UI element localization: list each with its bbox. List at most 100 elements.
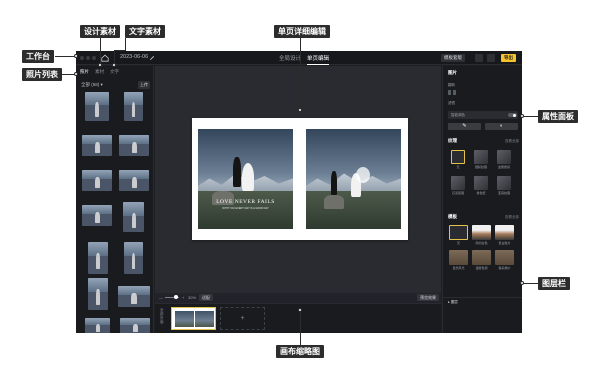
leader-dot xyxy=(112,63,116,67)
template-option[interactable]: 温暖色调 xyxy=(471,249,492,271)
user-icon[interactable] xyxy=(475,54,483,62)
layers-bar[interactable]: ▸ 图层 xyxy=(443,297,522,307)
callout-page-editor: 单页详细编辑 xyxy=(274,25,330,38)
fit-button[interactable]: 适配 xyxy=(199,294,213,301)
texture-option[interactable]: 素色纸 xyxy=(471,174,491,196)
leader-line xyxy=(522,116,538,117)
leader-line xyxy=(114,50,126,51)
callout-text-assets: 文字素材 xyxy=(125,25,165,38)
smart-color-toggle[interactable] xyxy=(508,113,517,117)
leader-dot xyxy=(298,308,302,312)
texture-view-all[interactable]: 查看全部 xyxy=(505,139,519,144)
export-button[interactable]: 导出 xyxy=(501,54,516,62)
app-window: 2023-06-06 全局设计 单页编辑 模板套版 导出 照片 素材 文字 全部… xyxy=(76,51,522,333)
photo-thumbnail[interactable] xyxy=(82,135,112,156)
zoom-in-button[interactable]: + xyxy=(182,295,184,300)
settings-icon[interactable] xyxy=(487,54,495,62)
zoom-slider-handle[interactable] xyxy=(174,295,178,299)
photo-filter-dropdown[interactable]: 全部 (58) ▾ xyxy=(81,82,103,88)
top-toolbar: 2023-06-06 全局设计 单页编辑 模板套版 导出 xyxy=(76,51,522,65)
leader-dot xyxy=(520,114,524,118)
template-option[interactable]: 复古胶片 xyxy=(494,224,515,246)
photo-thumbnail[interactable] xyxy=(88,242,108,274)
brush-button[interactable]: ✎ xyxy=(448,123,481,130)
photo-overlay-title[interactable]: LOVE NEVER FAILS xyxy=(198,199,293,205)
photo-list-panel: 照片 素材 文字 全部 (58) ▾ 上传 xyxy=(76,66,154,333)
leader-line xyxy=(100,38,101,64)
leader-dot xyxy=(74,72,78,76)
texture-title: 纹理 xyxy=(448,138,457,143)
home-icon[interactable] xyxy=(101,54,109,62)
texture-option[interactable]: 金属质感 xyxy=(494,148,514,170)
photo-thumbnail[interactable] xyxy=(82,170,112,191)
leader-line xyxy=(522,283,538,284)
leader-line xyxy=(114,50,115,64)
all-pages-label[interactable]: 全部页面 xyxy=(160,308,164,324)
tab-assets[interactable]: 素材 xyxy=(95,69,104,75)
photo-thumbnail[interactable] xyxy=(88,278,108,310)
tab-page-edit[interactable]: 单页编辑 xyxy=(307,54,330,65)
left-page-photo[interactable]: LOVE NEVER FAILS WITH YOU EVERY DAY IS A… xyxy=(198,129,293,229)
template-option[interactable]: 森系婚纱 xyxy=(494,249,515,271)
callout-layers-bar: 图层栏 xyxy=(538,277,570,290)
texture-option[interactable]: 石墨肌理 xyxy=(448,174,468,196)
callout-properties-panel: 属性面板 xyxy=(538,110,578,123)
photo-thumbnail[interactable] xyxy=(118,286,150,307)
zoom-out-button[interactable]: — xyxy=(159,295,163,300)
photo-thumbnail[interactable] xyxy=(119,135,149,156)
zoom-level: 30% xyxy=(188,295,197,300)
photo-thumbnail[interactable] xyxy=(85,318,110,333)
texture-option[interactable]: 无 xyxy=(448,148,468,170)
right-page-photo[interactable] xyxy=(306,129,401,229)
preview-button[interactable]: 预览效果 xyxy=(417,294,439,301)
photo-thumbnail[interactable] xyxy=(124,242,143,274)
photo-thumbnail[interactable] xyxy=(82,205,112,226)
window-dot[interactable] xyxy=(86,56,90,60)
template-button[interactable]: 模板套版 xyxy=(441,54,465,62)
window-dot[interactable] xyxy=(92,56,96,60)
section-title: 图片 xyxy=(448,70,457,75)
leader-dot xyxy=(74,54,78,58)
photo-thumbnail[interactable] xyxy=(123,202,144,232)
leader-line xyxy=(300,38,301,110)
texture-option[interactable]: 细腻纹理 xyxy=(471,148,491,170)
leader-line xyxy=(300,310,301,345)
callout-photo-list: 照片列表 xyxy=(22,68,62,81)
template-title: 模板 xyxy=(448,214,457,219)
smart-color-label: 智能调色 xyxy=(451,113,465,117)
upload-button[interactable]: 上传 xyxy=(138,81,150,89)
properties-panel: 图片 翻转 滤镜 智能调色 ✎ ◐ 纹理 查看全部 无 细腻纹理 金属质感 石墨… xyxy=(442,66,522,333)
template-option[interactable]: 简约白色 xyxy=(471,224,492,246)
texture-option[interactable]: 亚麻纹理 xyxy=(494,174,514,196)
tab-text[interactable]: 文字 xyxy=(110,69,119,75)
photo-thumbnail[interactable] xyxy=(124,92,143,121)
pencil-icon[interactable] xyxy=(149,54,155,61)
contrast-button[interactable]: ◐ xyxy=(485,123,518,130)
flip-label: 翻转 xyxy=(448,83,455,87)
tab-photos[interactable]: 照片 xyxy=(80,69,89,75)
tab-global-design[interactable]: 全局设计 xyxy=(279,54,301,62)
callout-workspace: 工作台 xyxy=(22,50,54,63)
template-option[interactable]: 自然风光 xyxy=(448,249,469,271)
zoom-bar: — + 30% 适配 预览效果 xyxy=(155,293,441,303)
callout-canvas-thumbnails: 画布缩略图 xyxy=(276,345,324,358)
leader-dot xyxy=(520,281,524,285)
asset-tabs: 照片 素材 文字 xyxy=(80,69,119,75)
add-page-button[interactable]: + xyxy=(220,307,265,330)
smart-color-row: 智能调色 xyxy=(448,111,518,119)
photo-overlay-subtitle[interactable]: WITH YOU EVERY DAY IS A GOOD DAY xyxy=(198,207,293,210)
photo-thumbnail[interactable] xyxy=(119,170,149,191)
layers-label[interactable]: ▸ 图层 xyxy=(448,300,458,305)
photo-thumbnail[interactable] xyxy=(85,92,109,121)
project-date[interactable]: 2023-06-06 xyxy=(120,54,148,60)
book-spread[interactable]: LOVE NEVER FAILS WITH YOU EVERY DAY IS A… xyxy=(192,118,408,240)
template-option[interactable]: 无 xyxy=(448,224,469,246)
page-editor-canvas[interactable]: LOVE NEVER FAILS WITH YOU EVERY DAY IS A… xyxy=(155,66,441,293)
photo-thumbnail[interactable] xyxy=(120,318,150,333)
template-view-all[interactable]: 查看全部 xyxy=(505,215,519,220)
callout-design-assets: 设计素材 xyxy=(80,25,120,38)
window-dot[interactable] xyxy=(80,56,84,60)
filter-label: 滤镜 xyxy=(448,101,455,105)
page-thumbnail[interactable] xyxy=(171,307,216,330)
leader-line xyxy=(125,38,126,50)
